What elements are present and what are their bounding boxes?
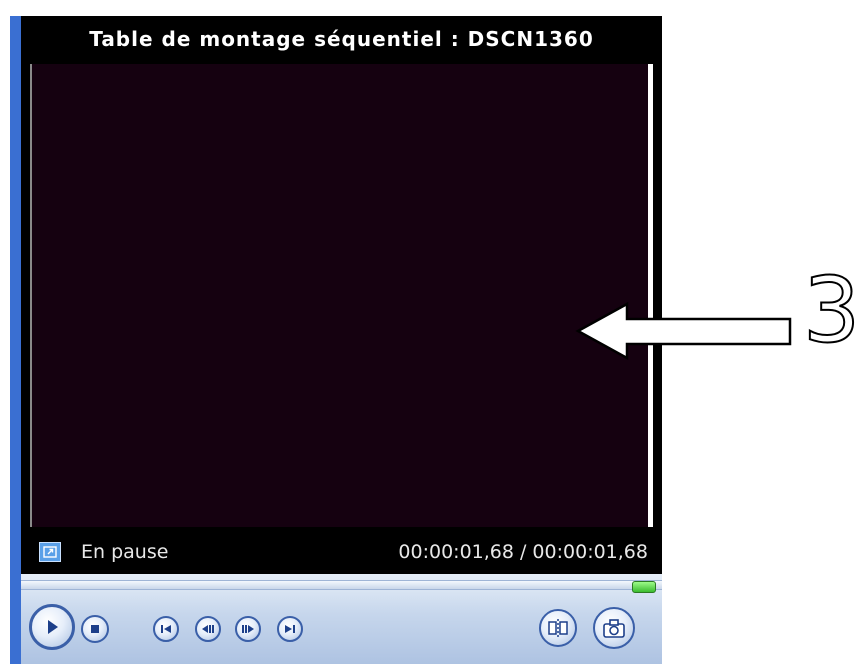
stop-button[interactable] <box>81 615 109 643</box>
volume-indicator[interactable] <box>632 581 656 593</box>
video-screen-left-edge <box>30 64 32 527</box>
callout-number: 3 <box>802 258 861 363</box>
video-screen-right-edge <box>648 64 653 527</box>
control-bar <box>21 574 662 664</box>
skip-back-icon <box>161 625 171 633</box>
fullscreen-icon <box>43 546 57 558</box>
video-preview-screen <box>32 64 648 527</box>
movie-maker-preview-monitor: Table de montage séquentiel : DSCN1360 E… <box>0 0 864 666</box>
playback-state: En pause <box>81 541 169 563</box>
play-button[interactable] <box>29 604 75 650</box>
playback-time: 00:00:01,68 / 00:00:01,68 <box>398 541 648 563</box>
next-button[interactable] <box>277 616 303 642</box>
stop-icon <box>91 625 99 633</box>
frame-back-icon <box>202 625 214 633</box>
seek-bar[interactable] <box>21 580 662 590</box>
frame-forward-icon <box>242 625 254 633</box>
frame-back-button[interactable] <box>195 616 221 642</box>
status-bar: En pause 00:00:01,68 / 00:00:01,68 <box>21 531 662 574</box>
fullscreen-button[interactable] <box>39 542 61 562</box>
camera-icon <box>603 619 625 638</box>
window-accent-bar <box>10 16 21 664</box>
previous-button[interactable] <box>153 616 179 642</box>
preview-title: Table de montage séquentiel : DSCN1360 <box>21 16 662 61</box>
skip-forward-icon <box>285 625 295 633</box>
frame-forward-button[interactable] <box>235 616 261 642</box>
play-icon <box>48 620 58 634</box>
snapshot-button[interactable] <box>593 607 635 649</box>
split-clip-icon <box>548 619 568 637</box>
split-clip-button[interactable] <box>539 609 577 647</box>
